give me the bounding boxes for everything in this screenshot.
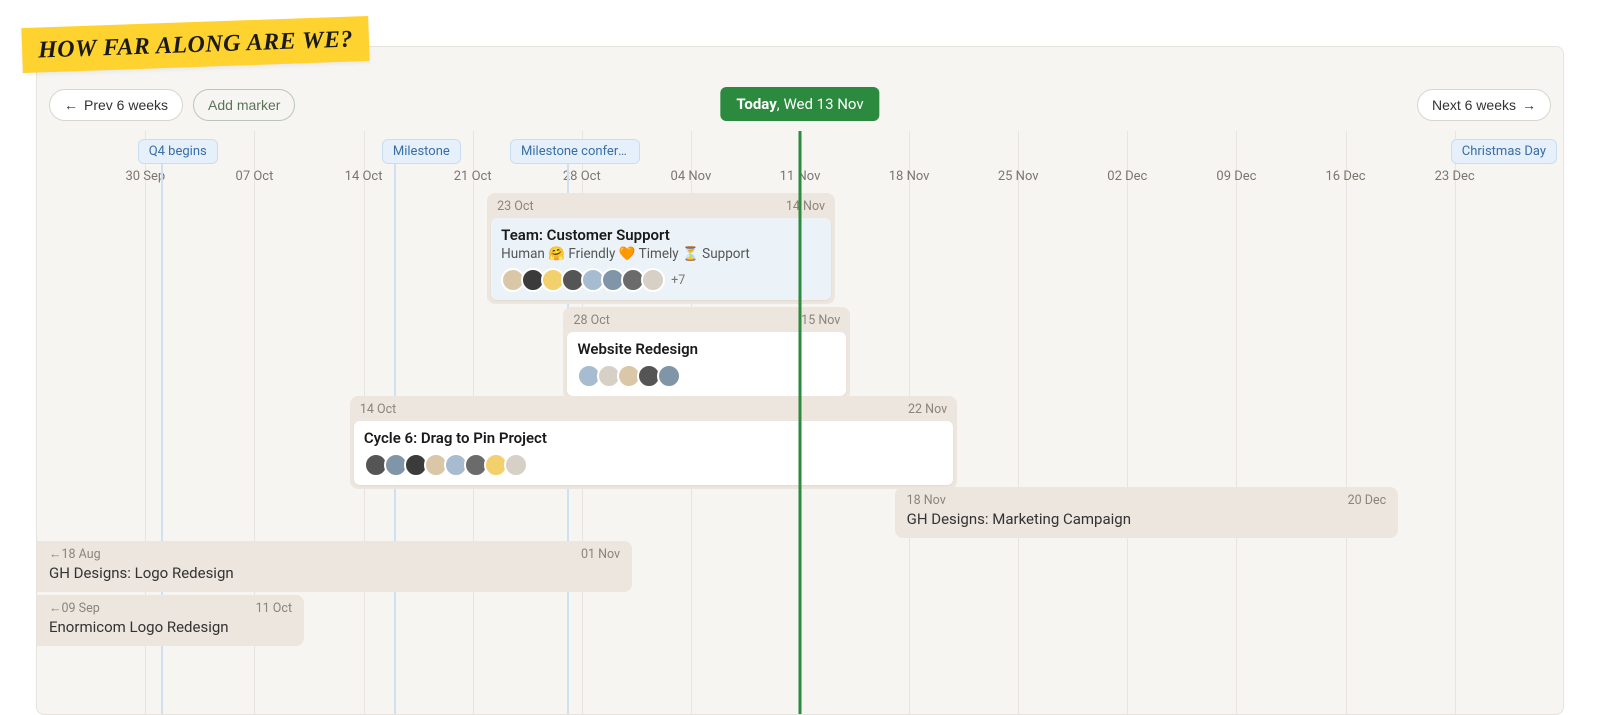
grid-label: 07 Oct — [236, 169, 274, 184]
project-title: GH Designs: Marketing Campaign — [907, 510, 1387, 528]
avatar — [657, 364, 681, 388]
timeline-panel: ← Prev 6 weeks Add marker Next 6 weeks →… — [36, 46, 1564, 715]
project-end: 20 Dec — [1348, 493, 1387, 508]
avatar — [504, 453, 528, 477]
grid-label: 18 Nov — [889, 169, 930, 184]
project-website-redesign[interactable]: 28 Oct 15 Nov Website Redesign — [563, 307, 850, 400]
grid-label: 09 Dec — [1216, 169, 1256, 184]
project-end: 01 Nov — [581, 547, 620, 562]
marker-milestone-conference[interactable]: Milestone conferen… — [510, 139, 640, 164]
project-avatars — [364, 453, 943, 477]
prev-weeks-button[interactable]: ← Prev 6 weeks — [49, 89, 183, 121]
project-avatars — [577, 364, 836, 388]
arrow-right-icon: → — [1522, 98, 1536, 112]
project-cycle-6[interactable]: 14 Oct 22 Nov Cycle 6: Drag to Pin Proje… — [350, 396, 957, 489]
project-avatars: +7 — [501, 268, 821, 292]
project-team-customer-support[interactable]: 23 Oct 14 Nov Team: Customer Support Hum… — [487, 193, 835, 304]
project-enormicom-logo[interactable]: ←09 Sep 11 Oct Enormicom Logo Redesign — [37, 595, 304, 646]
grid-label: 02 Dec — [1107, 169, 1147, 184]
grid-label: 30 Sep — [125, 169, 165, 184]
today-line — [799, 131, 802, 714]
project-title: Website Redesign — [577, 340, 836, 358]
project-end: 15 Nov — [801, 313, 840, 328]
project-end: 22 Nov — [908, 402, 947, 417]
next-label: Next 6 weeks — [1432, 97, 1516, 113]
arrow-left-icon: ← — [64, 98, 78, 112]
marker-christmas-day[interactable]: Christmas Day — [1451, 139, 1557, 164]
marker-q4-begins[interactable]: Q4 begins — [138, 139, 218, 164]
grid-label: 16 Dec — [1325, 169, 1365, 184]
add-marker-label: Add marker — [208, 97, 280, 113]
project-end: 11 Oct — [256, 601, 292, 616]
avatar-overflow: +7 — [671, 273, 685, 288]
project-title: Team: Customer Support — [501, 226, 821, 244]
today-indicator: Today, Wed 13 Nov — [720, 87, 879, 121]
grid-label: 04 Nov — [671, 169, 712, 184]
timeline-area: 30 Sep 07 Oct 14 Oct 21 Oct 28 Oct 04 No… — [37, 131, 1563, 714]
prev-label: Prev 6 weeks — [84, 97, 168, 113]
project-subtitle: Human 🤗 Friendly 🧡 Timely ⏳ Support — [501, 246, 821, 262]
next-weeks-button[interactable]: Next 6 weeks → — [1417, 89, 1551, 121]
project-title: Enormicom Logo Redesign — [49, 618, 292, 636]
today-rest: , Wed 13 Nov — [777, 95, 864, 113]
project-start: 28 Oct — [573, 313, 609, 328]
project-marketing-campaign[interactable]: 18 Nov 20 Dec GH Designs: Marketing Camp… — [895, 487, 1399, 538]
avatar — [641, 268, 665, 292]
add-marker-button[interactable]: Add marker — [193, 89, 295, 121]
project-title: Cycle 6: Drag to Pin Project — [364, 429, 943, 447]
project-start: 14 Oct — [360, 402, 396, 417]
grid-label: 23 Dec — [1435, 169, 1475, 184]
project-logo-redesign[interactable]: ←18 Aug 01 Nov GH Designs: Logo Redesign — [37, 541, 632, 592]
marker-milestone[interactable]: Milestone — [382, 139, 461, 164]
project-start: 23 Oct — [497, 199, 533, 214]
grid-label: 25 Nov — [998, 169, 1039, 184]
project-start-offscreen: ←09 Sep — [49, 601, 100, 616]
today-bold: Today — [736, 95, 776, 113]
project-start: 18 Nov — [907, 493, 946, 508]
project-title: GH Designs: Logo Redesign — [49, 564, 620, 582]
project-start-offscreen: ←18 Aug — [49, 547, 101, 562]
grid-label: 14 Oct — [345, 169, 383, 184]
project-end: 14 Nov — [786, 199, 825, 214]
grid-label: 28 Oct — [563, 169, 601, 184]
grid-label: 21 Oct — [454, 169, 492, 184]
